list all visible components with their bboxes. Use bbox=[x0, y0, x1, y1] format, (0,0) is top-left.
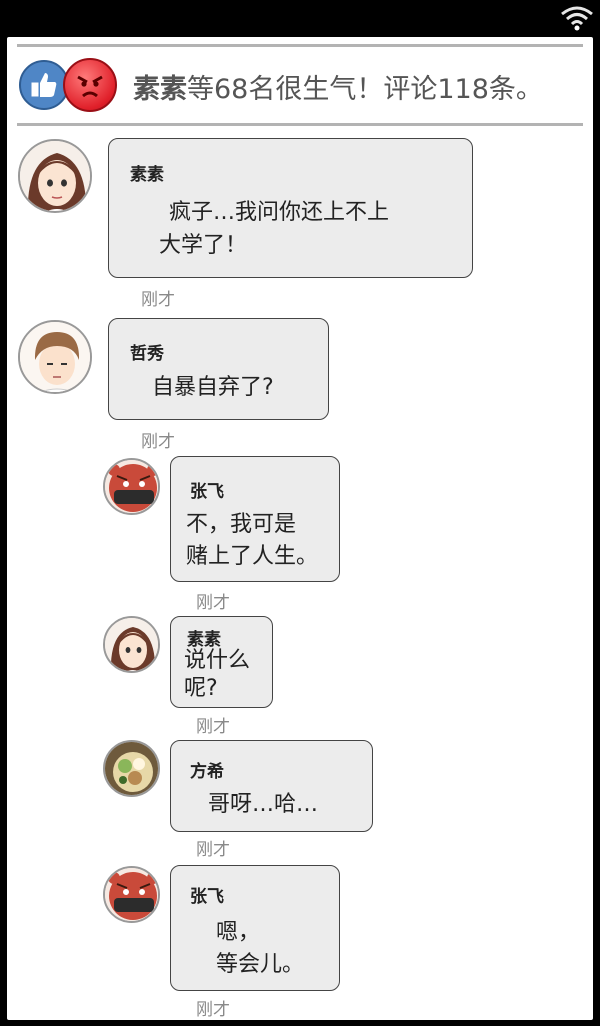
timestamp: 刚才 bbox=[196, 1000, 230, 1020]
reaction-summary: 素素等68名很生气！评论118条。 bbox=[133, 67, 543, 106]
female-girl-avatar-icon bbox=[105, 618, 158, 671]
message-line: 哥呀…哈… bbox=[208, 792, 319, 817]
divider-top bbox=[17, 44, 583, 47]
dessert-avatar-icon bbox=[105, 742, 158, 795]
message-bubble[interactable] bbox=[108, 318, 329, 420]
tiger-masked-avatar-icon bbox=[105, 460, 158, 513]
sender-name: 方希 bbox=[190, 762, 224, 782]
avatar-female-girl[interactable] bbox=[18, 139, 92, 213]
sender-name: 张飞 bbox=[190, 482, 224, 502]
avatar-male-boy[interactable] bbox=[18, 320, 92, 394]
sender-name: 张飞 bbox=[190, 887, 224, 907]
message-line: 等会儿。 bbox=[216, 952, 305, 977]
thumbs-up-icon[interactable] bbox=[19, 60, 69, 110]
message-line: 疯子…我问你还上不上 bbox=[169, 200, 390, 225]
timestamp: 刚才 bbox=[196, 840, 230, 860]
message-line: 赌上了人生。 bbox=[186, 544, 319, 569]
timestamp: 刚才 bbox=[196, 593, 230, 613]
male-boy-avatar-icon bbox=[20, 322, 90, 392]
tiger-masked-avatar-icon bbox=[105, 868, 158, 921]
message-line: 呢? bbox=[184, 676, 218, 701]
message-line: 大学了！ bbox=[159, 233, 248, 258]
chat-screen: 素素等68名很生气！评论118条。 素素 疯子…我问你还上不上 大学了！ 刚才 bbox=[7, 37, 593, 1020]
reaction-icons bbox=[19, 57, 117, 113]
avatar-female-girl[interactable] bbox=[103, 616, 160, 673]
timestamp: 刚才 bbox=[141, 432, 175, 452]
timestamp: 刚才 bbox=[141, 290, 175, 310]
avatar-tiger-masked[interactable] bbox=[103, 458, 160, 515]
timestamp: 刚才 bbox=[196, 717, 230, 737]
wifi-signal-icon bbox=[561, 6, 593, 31]
divider-bottom bbox=[17, 123, 583, 126]
message-line: 嗯， bbox=[216, 920, 261, 945]
message-line: 自暴自弃了? bbox=[152, 375, 274, 400]
sender-name: 哲秀 bbox=[130, 344, 164, 364]
watermark-logo-icon bbox=[541, 1003, 589, 1017]
female-girl-avatar-icon bbox=[20, 141, 90, 211]
sender-name: 素素 bbox=[130, 165, 164, 185]
avatar-dessert[interactable] bbox=[103, 740, 160, 797]
summary-name[interactable]: 素素 bbox=[133, 74, 187, 105]
summary-text: 等68名很生气！评论118条。 bbox=[187, 74, 543, 105]
avatar-tiger-masked[interactable] bbox=[103, 866, 160, 923]
message-line: 不，我可是 bbox=[186, 512, 297, 537]
angry-face-icon[interactable] bbox=[63, 58, 117, 112]
